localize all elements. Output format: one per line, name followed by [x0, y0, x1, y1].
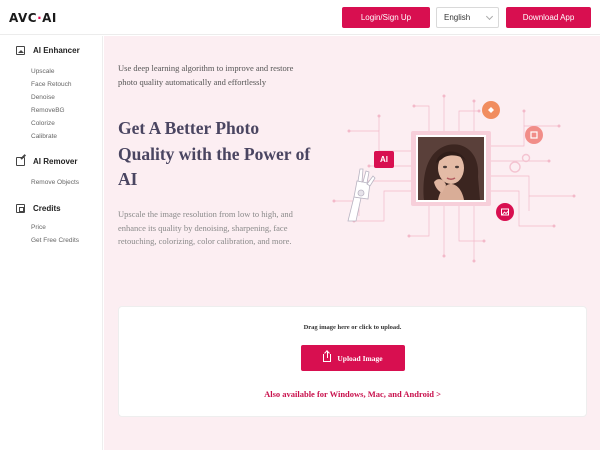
- download-app-button[interactable]: Download App: [506, 7, 591, 28]
- hero-intro: Use deep learning algorithm to improve a…: [118, 63, 294, 87]
- drag-hint: Drag image here or click to upload.: [303, 324, 402, 331]
- sidebar-item-face-retouch[interactable]: Face Retouch: [31, 81, 71, 88]
- login-signup-button[interactable]: Login/Sign Up: [342, 7, 430, 28]
- edit-icon: [16, 157, 25, 166]
- upload-icon: [323, 351, 332, 362]
- sidebar-section-title: AI Enhancer: [33, 46, 80, 55]
- sidebar-item-denoise[interactable]: Denoise: [31, 94, 55, 101]
- hero-illustration: AI: [319, 91, 589, 301]
- robot-hand-icon: [347, 168, 376, 222]
- portrait-image: [418, 137, 484, 200]
- sidebar-section-credits[interactable]: Credits: [16, 204, 61, 213]
- sidebar-item-colorize[interactable]: Colorize: [31, 120, 55, 127]
- language-select[interactable]: English: [436, 7, 499, 28]
- brand-name-left: AVC: [9, 11, 38, 25]
- portrait-photo: [416, 135, 486, 202]
- top-bar: AVC·AI Login/Sign Up English Download Ap…: [0, 0, 600, 35]
- fill-bucket-glyph: [488, 107, 494, 113]
- sidebar-section-ai-remover[interactable]: AI Remover: [16, 157, 77, 166]
- image-badge-glyph: [501, 208, 509, 216]
- sidebar-section-title: AI Remover: [33, 157, 78, 166]
- ai-badge-label: AI: [380, 155, 388, 164]
- sidebar-item-upscale[interactable]: Upscale: [31, 68, 54, 75]
- hero-description: Upscale the image resolution from low to…: [118, 209, 293, 246]
- sidebar-item-price[interactable]: Price: [31, 224, 46, 231]
- crop-icon: [525, 126, 543, 144]
- image-badge-icon: [496, 203, 514, 221]
- chevron-down-icon: [485, 12, 494, 21]
- page-title: Get A Better Photo Quality with the Powe…: [118, 118, 311, 189]
- language-selected-value: English: [444, 13, 471, 22]
- platforms-link[interactable]: Also available for Windows, Mac, and And…: [119, 389, 586, 399]
- sidebar-section-ai-enhancer[interactable]: AI Enhancer: [16, 46, 80, 55]
- wallet-icon: [16, 204, 25, 213]
- main-content: Use deep learning algorithm to improve a…: [104, 36, 600, 450]
- sidebar-section-title: Credits: [33, 204, 61, 213]
- brand-name-right: AI: [42, 11, 57, 25]
- sidebar-item-removebg[interactable]: RemoveBG: [31, 107, 65, 114]
- fill-bucket-icon: [482, 101, 500, 119]
- image-icon: [16, 46, 25, 55]
- sidebar: AI Enhancer Upscale Face Retouch Denoise…: [0, 36, 103, 450]
- brand-logo[interactable]: AVC·AI: [9, 11, 57, 25]
- upload-dropzone[interactable]: Drag image here or click to upload. Uplo…: [118, 306, 587, 417]
- sidebar-item-get-free-credits[interactable]: Get Free Credits: [31, 237, 79, 244]
- sidebar-item-remove-objects[interactable]: Remove Objects: [31, 179, 79, 186]
- upload-image-label: Upload Image: [337, 353, 383, 363]
- upload-image-button[interactable]: Upload Image: [301, 345, 405, 371]
- crop-glyph: [530, 131, 538, 139]
- sidebar-item-calibrate[interactable]: Calibrate: [31, 133, 57, 140]
